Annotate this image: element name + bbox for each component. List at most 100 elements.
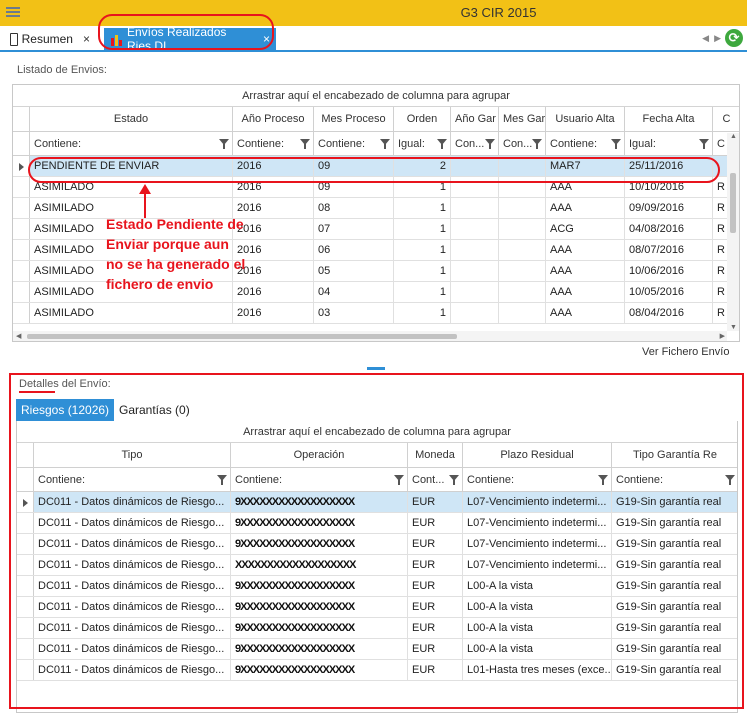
table-cell-text: G19-Sin garantía real: [616, 601, 722, 613]
column-header[interactable]: Moneda: [408, 443, 463, 467]
column-filter-text: Con...: [503, 138, 533, 150]
table-cell: [499, 198, 546, 218]
tab-garantias[interactable]: Garantías (0): [114, 399, 195, 421]
table-cell-text: R: [717, 307, 725, 319]
scroll-right-icon[interactable]: ▶: [714, 33, 721, 44]
filter-icon[interactable]: [449, 475, 459, 485]
table-cell: EUR: [408, 639, 463, 659]
filter-icon[interactable]: [394, 475, 404, 485]
table-cell: G19-Sin garantía real: [612, 597, 737, 617]
column-filter[interactable]: Contiene:: [233, 132, 314, 155]
column-filter[interactable]: Contiene:: [612, 468, 737, 491]
table-cell: ACG: [546, 219, 625, 239]
table-row[interactable]: DC011 - Datos dinámicos de Riesgo... 9XXX…: [17, 597, 737, 618]
column-filter[interactable]: Contiene:: [314, 132, 394, 155]
table-row[interactable]: DC011 - Datos dinámicos de Riesgo... 9XXX…: [17, 513, 737, 534]
column-header[interactable]: Tipo Garantía Re: [612, 443, 737, 467]
table-row[interactable]: DC011 - Datos dinámicos de Riesgo... 9XXX…: [17, 660, 737, 681]
ver-fichero-envio-link[interactable]: Ver Fichero Envío: [642, 346, 729, 358]
table-cell-text: EUR: [412, 496, 436, 508]
table-row[interactable]: ASIMILADO 2016 09 1 AAA 10/10/2016 R: [13, 177, 739, 198]
column-filter[interactable]: Contiene:: [30, 132, 233, 155]
table-cell-text: 1: [439, 307, 446, 319]
tab-resumen[interactable]: Resumen ×: [4, 28, 96, 50]
table-cell-text: R: [717, 265, 725, 277]
scroll-left-icon[interactable]: ◀: [16, 332, 21, 340]
filter-icon[interactable]: [598, 475, 608, 485]
scroll-left-icon[interactable]: ◀: [702, 33, 709, 44]
tab-riesgos[interactable]: Riesgos (12026): [16, 399, 115, 421]
column-filter[interactable]: Con...: [499, 132, 546, 155]
table-cell-text: 1: [439, 244, 446, 256]
column-header[interactable]: Orden: [394, 107, 451, 131]
column-filter[interactable]: Igual:: [625, 132, 713, 155]
group-by-bar[interactable]: Arrastrar aquí el encabezado de columna …: [17, 421, 737, 443]
scroll-up-icon[interactable]: ▲: [730, 133, 737, 140]
column-filter-text: Igual:: [629, 138, 656, 150]
table-row[interactable]: DC011 - Datos dinámicos de Riesgo... 9XXX…: [17, 576, 737, 597]
column-filter[interactable]: Contiene:: [463, 468, 612, 491]
tab-envios-realizados[interactable]: Envíos Realizados Ries DI ×: [104, 25, 276, 53]
filter-icon[interactable]: [380, 139, 390, 149]
column-filter[interactable]: Igual:: [394, 132, 451, 155]
table-cell-text: L01-Hasta tres meses (exce...: [467, 664, 612, 676]
table-cell: 9XXXXXXXXXXXXXXXXXX: [231, 639, 408, 659]
refresh-icon[interactable]: ⟳: [725, 29, 743, 47]
column-filter[interactable]: Contiene:: [546, 132, 625, 155]
column-header-text: Tipo Garantía Re: [633, 449, 717, 461]
filter-icon[interactable]: [437, 139, 447, 149]
table-cell-text: DC011 - Datos dinámicos de Riesgo...: [38, 580, 225, 592]
column-filter[interactable]: Con...: [451, 132, 499, 155]
column-header[interactable]: Año Proceso: [233, 107, 314, 131]
column-header[interactable]: C: [713, 107, 739, 131]
table-row[interactable]: DC011 - Datos dinámicos de Riesgo... 9XXX…: [17, 639, 737, 660]
column-header[interactable]: Año Gar: [451, 107, 499, 131]
column-header[interactable]: Usuario Alta: [546, 107, 625, 131]
horizontal-scrollbar[interactable]: ◀ ▶: [13, 331, 727, 341]
table-row[interactable]: DC011 - Datos dinámicos de Riesgo... 9XXX…: [17, 492, 737, 513]
scroll-down-icon[interactable]: ▼: [730, 324, 737, 331]
table-row[interactable]: DC011 - Datos dinámicos de Riesgo... 9XXX…: [17, 618, 737, 639]
row-indicator-header: [17, 443, 34, 467]
group-by-bar[interactable]: Arrastrar aquí el encabezado de columna …: [13, 85, 739, 107]
table-cell: G19-Sin garantía real: [612, 492, 737, 512]
table-row[interactable]: DC011 - Datos dinámicos de Riesgo... XXXX…: [17, 555, 737, 576]
column-header[interactable]: Plazo Residual: [463, 443, 612, 467]
column-header-text: Plazo Residual: [500, 449, 574, 461]
table-cell: 2016: [233, 177, 314, 197]
column-header[interactable]: Mes Proceso: [314, 107, 394, 131]
column-header[interactable]: Operación: [231, 443, 408, 467]
filter-icon[interactable]: [217, 475, 227, 485]
column-filter[interactable]: Cont...: [408, 468, 463, 491]
column-filter[interactable]: Contiene:: [231, 468, 408, 491]
row-indicator: [13, 303, 30, 323]
filter-icon[interactable]: [485, 139, 495, 149]
column-header[interactable]: Tipo: [34, 443, 231, 467]
table-row[interactable]: ASIMILADO 2016 03 1 AAA 08/04/2016 R: [13, 303, 739, 324]
table-row[interactable]: PENDIENTE DE ENVIAR 2016 09 2 MAR7 25/11/2016: [13, 156, 739, 177]
table-cell-text: 9XXXXXXXXXXXXXXXXXX: [235, 664, 355, 676]
column-header[interactable]: Estado: [30, 107, 233, 131]
filter-icon[interactable]: [219, 139, 229, 149]
filter-icon[interactable]: [300, 139, 310, 149]
scroll-right-icon[interactable]: ▶: [720, 332, 725, 340]
table-row[interactable]: DC011 - Datos dinámicos de Riesgo... 9XXX…: [17, 534, 737, 555]
column-filter[interactable]: Contiene:: [34, 468, 231, 491]
filter-icon[interactable]: [699, 139, 709, 149]
column-header-text: C: [722, 113, 731, 125]
close-tab-resumen-icon[interactable]: ×: [83, 32, 90, 46]
filter-icon[interactable]: [725, 475, 735, 485]
panel-splitter[interactable]: [367, 367, 385, 370]
table-cell-text: DC011 - Datos dinámicos de Riesgo...: [38, 643, 225, 655]
scroll-thumb[interactable]: [27, 334, 457, 339]
column-header[interactable]: Mes Gar: [499, 107, 546, 131]
filter-icon[interactable]: [532, 139, 542, 149]
close-tab-envios-icon[interactable]: ×: [263, 32, 270, 46]
filter-icon[interactable]: [611, 139, 621, 149]
column-header[interactable]: Fecha Alta: [625, 107, 713, 131]
row-indicator-filter: [13, 132, 30, 155]
scroll-thumb[interactable]: [730, 173, 736, 233]
row-indicator-filter: [17, 468, 34, 491]
vertical-scrollbar[interactable]: ▲ ▼: [727, 133, 739, 331]
table-cell: [451, 240, 499, 260]
